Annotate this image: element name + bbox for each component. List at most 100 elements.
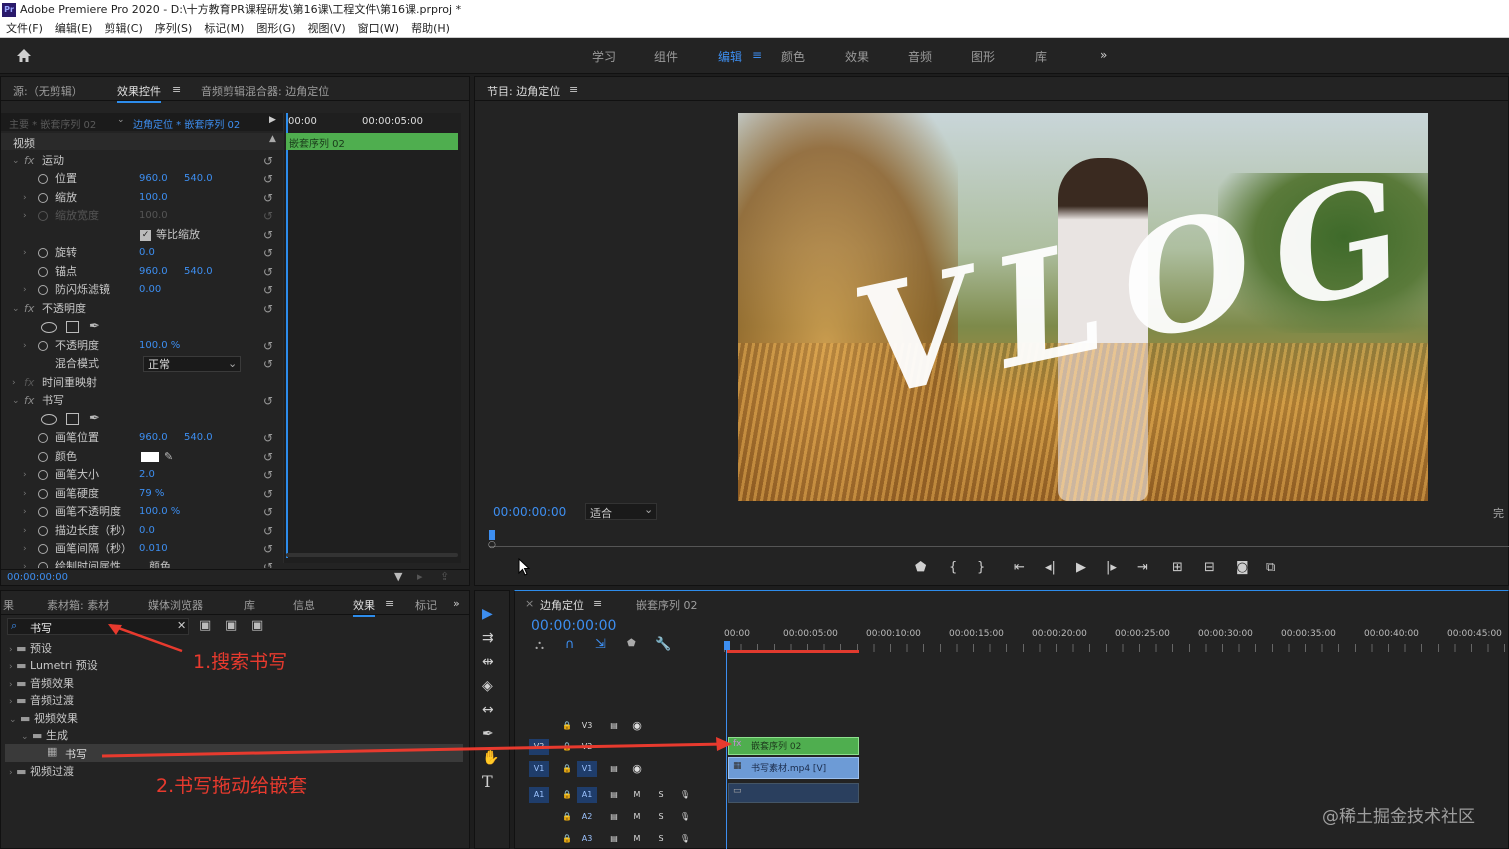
stopwatch-icon[interactable] — [38, 248, 48, 258]
home-icon[interactable] — [16, 48, 32, 63]
stopwatch-icon[interactable] — [38, 174, 48, 184]
mini-playhead[interactable] — [286, 113, 288, 558]
reset-icon[interactable]: ↺ — [263, 300, 273, 318]
brush-position-x-value[interactable]: 960.0 — [139, 429, 168, 447]
chevron-down-icon[interactable]: ⌄ — [117, 115, 125, 125]
source-patch-a1[interactable]: A1 — [529, 787, 549, 803]
stopwatch-icon[interactable] — [38, 267, 48, 277]
workspace-overflow-button[interactable]: » — [1100, 48, 1107, 62]
go-to-out-icon[interactable]: ⇥ — [1137, 560, 1148, 575]
tab-media-browser[interactable]: 媒体浏览器 — [148, 597, 203, 613]
blend-mode-select[interactable]: 正常 ⌄ — [143, 356, 241, 372]
go-to-in-icon[interactable]: ⇤ — [1014, 560, 1025, 575]
extract-icon[interactable]: ⊟ — [1204, 560, 1215, 575]
panel-menu-icon[interactable]: ≡ — [593, 597, 602, 610]
chevron-right-icon[interactable]: › — [23, 503, 27, 521]
lift-icon[interactable]: ⊞ — [1172, 560, 1183, 575]
workspace-editing[interactable]: 编辑 — [718, 48, 742, 65]
chevron-right-icon[interactable]: › — [23, 189, 27, 207]
uniform-scale-checkbox[interactable]: ✓ — [140, 230, 151, 241]
mute-button[interactable]: M — [627, 787, 647, 803]
reset-icon[interactable]: ↺ — [263, 281, 273, 299]
workspace-graphics[interactable]: 图形 — [971, 48, 995, 65]
scale-value[interactable]: 100.0 — [139, 189, 168, 207]
paint-time-value[interactable]: 颜色 — [149, 558, 171, 568]
tab-source[interactable]: 源:（无剪辑） — [13, 83, 83, 99]
track-v3-label[interactable]: V3 — [577, 718, 597, 734]
tab-cut-off[interactable]: 果 — [3, 597, 14, 613]
tab-nested-sequence[interactable]: 嵌套序列 02 — [636, 597, 698, 613]
selection-tool-icon[interactable]: ▶ — [482, 606, 493, 622]
chevron-right-icon[interactable]: › — [23, 485, 27, 503]
32bit-effects-icon[interactable]: ▣ — [225, 618, 237, 633]
stopwatch-icon[interactable] — [38, 193, 48, 203]
menu-file[interactable]: 文件(F) — [0, 20, 49, 38]
reset-icon[interactable]: ↺ — [263, 244, 273, 262]
anchor-y-value[interactable]: 540.0 — [184, 263, 213, 281]
chevron-right-icon[interactable]: › — [12, 374, 16, 392]
stopwatch-icon[interactable] — [38, 341, 48, 351]
microphone-icon[interactable]: 🎙 — [675, 787, 695, 803]
brush-opacity-value[interactable]: 100.0 % — [139, 503, 180, 521]
tree-item-lumetri[interactable]: › ▬ Lumetri 预设 — [9, 657, 98, 675]
export-frame-icon[interactable]: ◙ — [1236, 560, 1249, 575]
pen-mask-icon[interactable]: ✒ — [89, 318, 100, 336]
step-forward-icon[interactable]: |▸ — [1106, 560, 1117, 575]
brush-hardness-value[interactable]: 79 % — [139, 485, 164, 503]
nested-sequence-clip[interactable]: fx 嵌套序列 02 — [728, 737, 859, 755]
menu-sequence[interactable]: 序列(S) — [149, 20, 199, 38]
play-only-icon[interactable]: ▶ — [269, 115, 276, 125]
comparison-view-icon[interactable]: ⧉ — [1266, 560, 1275, 575]
chevron-right-icon[interactable]: › — [23, 540, 27, 558]
reset-icon[interactable]: ↺ — [263, 429, 273, 447]
tab-menu-icon[interactable]: ≡ — [172, 83, 181, 96]
tab-libraries[interactable]: 库 — [244, 597, 255, 613]
stopwatch-icon[interactable] — [38, 470, 48, 480]
rotation-value[interactable]: 0.0 — [139, 244, 155, 262]
mini-scrollbar[interactable] — [286, 553, 458, 557]
step-back-icon[interactable]: ◂| — [1045, 560, 1056, 575]
eyedropper-icon[interactable]: ✎ — [164, 448, 173, 466]
tree-item-video-effects[interactable]: ⌄ ▬ 视频效果 — [9, 710, 78, 728]
tab-audio-clip-mixer[interactable]: 音频剪辑混合器: 边角定位 — [201, 83, 329, 99]
ellipse-mask-icon[interactable] — [41, 414, 57, 425]
chevron-down-icon[interactable]: ⌄ — [12, 300, 20, 318]
chevron-right-icon[interactable]: › — [23, 244, 27, 262]
workspace-learn[interactable]: 学习 — [592, 48, 616, 65]
reset-icon[interactable]: ↺ — [263, 448, 273, 466]
brush-spacing-value[interactable]: 0.010 — [139, 540, 168, 558]
menu-markers[interactable]: 标记(M) — [198, 20, 250, 38]
rectangle-mask-icon[interactable] — [66, 413, 79, 425]
mute-button[interactable]: M — [627, 831, 647, 847]
tree-item-video-transitions[interactable]: › ▬ 视频过渡 — [9, 763, 74, 781]
ripple-edit-tool-icon[interactable]: ⇹ — [482, 654, 494, 670]
stopwatch-icon[interactable] — [38, 544, 48, 554]
export-icon[interactable]: ⇪ — [440, 570, 449, 583]
menu-help[interactable]: 帮助(H) — [405, 20, 456, 38]
stopwatch-icon[interactable] — [38, 433, 48, 443]
menu-edit[interactable]: 编辑(E) — [49, 20, 99, 38]
zoom-handle-icon[interactable]: ○ — [488, 540, 496, 550]
flicker-value[interactable]: 0.00 — [139, 281, 161, 299]
sync-lock-icon[interactable]: ▤ — [604, 718, 624, 734]
reset-icon[interactable]: ↺ — [263, 189, 273, 207]
close-tab-icon[interactable]: × — [525, 597, 534, 610]
reset-icon[interactable]: ↺ — [263, 466, 273, 484]
track-a2-label[interactable]: A2 — [577, 809, 597, 825]
solo-button[interactable]: S — [651, 831, 671, 847]
chevron-right-icon[interactable]: › — [23, 337, 27, 355]
tree-item-audio-effects[interactable]: › ▬ 音频效果 — [9, 675, 74, 693]
color-swatch[interactable] — [141, 452, 159, 462]
slip-tool-icon[interactable]: ↔ — [482, 702, 494, 718]
workspace-assembly[interactable]: 组件 — [654, 48, 678, 65]
add-marker-icon[interactable]: ⬟ — [627, 638, 636, 649]
mark-out-icon[interactable]: } — [977, 560, 985, 575]
program-timecode[interactable]: 00:00:00:00 — [493, 505, 566, 519]
sync-lock-icon[interactable]: ▤ — [604, 787, 624, 803]
chevron-right-icon[interactable]: › — [23, 558, 27, 568]
stopwatch-icon[interactable] — [38, 285, 48, 295]
tab-info[interactable]: 信息 — [293, 597, 315, 613]
reset-icon[interactable]: ↺ — [263, 522, 273, 540]
yuv-effects-icon[interactable]: ▣ — [251, 618, 263, 633]
sync-lock-icon[interactable]: ▤ — [604, 831, 624, 847]
